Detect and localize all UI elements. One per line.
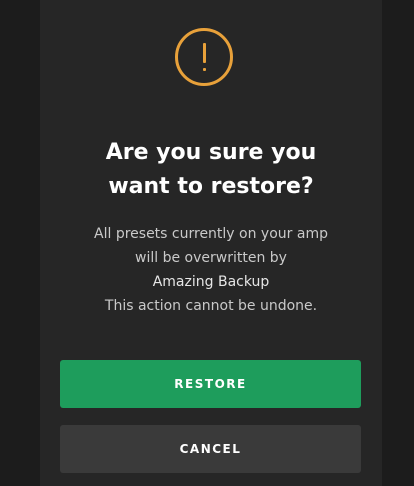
dialog-message: All presets currently on your amp will b… — [40, 222, 382, 318]
dialog-title-line-1: Are you sure you — [105, 140, 317, 165]
background-panel-left — [0, 0, 41, 486]
cancel-button[interactable]: CANCEL — [60, 425, 361, 473]
alert-icon-bar — [203, 43, 206, 63]
alert-icon-dot — [203, 68, 206, 71]
dialog-title: Are you sure you want to restore? — [40, 136, 382, 204]
screen: Are you sure you want to restore? All pr… — [0, 0, 414, 486]
restore-button[interactable]: RESTORE — [60, 360, 361, 408]
dialog-message-line-1: All presets currently on your amp — [94, 226, 328, 242]
backup-name: Amazing Backup — [152, 274, 270, 290]
background-panel-right — [381, 0, 414, 486]
dialog-message-line-2: will be overwritten by — [135, 250, 287, 266]
restore-confirmation-dialog: Are you sure you want to restore? All pr… — [40, 0, 382, 486]
dialog-title-line-2: want to restore? — [108, 174, 314, 199]
alert-circle-icon — [175, 28, 233, 86]
dialog-message-line-4: This action cannot be undone. — [104, 298, 318, 314]
